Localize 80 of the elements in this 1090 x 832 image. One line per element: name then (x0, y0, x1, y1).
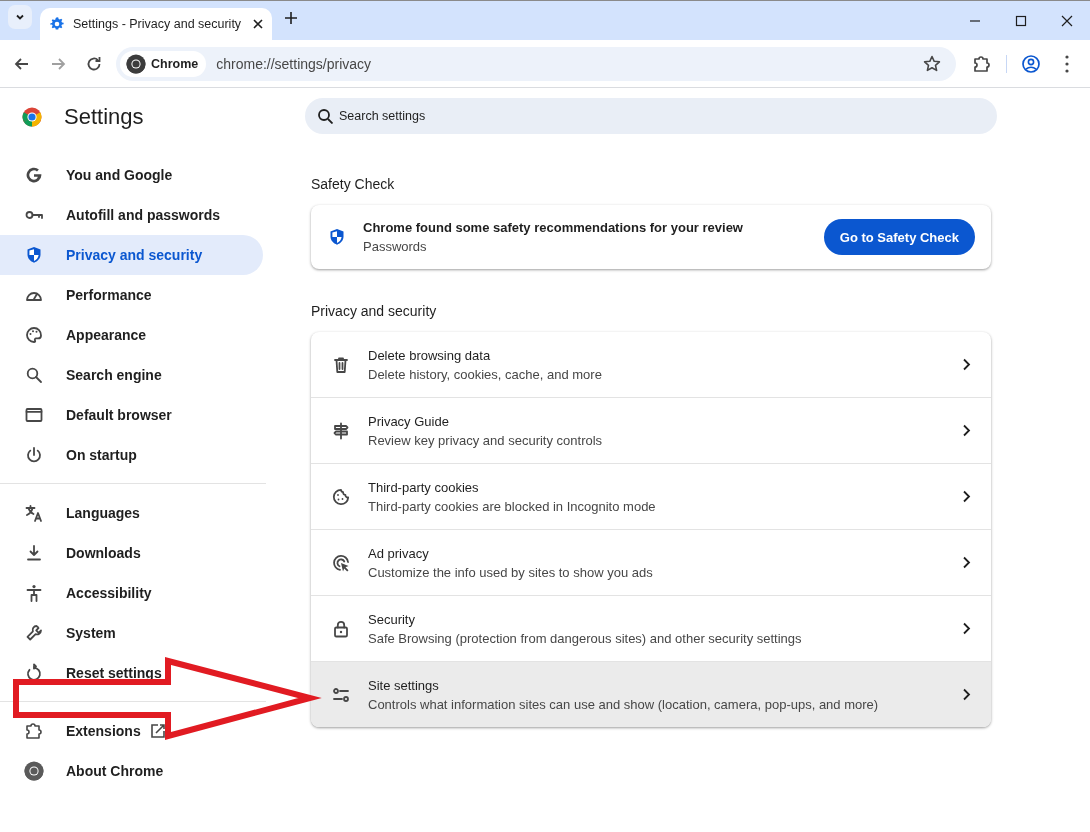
safety-check-button[interactable]: Go to Safety Check (823, 219, 975, 255)
section-heading: Safety Check (310, 175, 396, 192)
sidebar-item[interactable]: Search engine (0, 355, 263, 395)
google-g-icon (24, 165, 44, 185)
plus-icon (284, 10, 298, 25)
row-title: Privacy Guide (368, 413, 450, 429)
cookie-icon (331, 486, 351, 507)
chevron-right-icon (962, 622, 971, 635)
wrench-icon (24, 623, 44, 643)
row-title: Third-party cookies (368, 479, 480, 495)
maximize-icon (1015, 14, 1027, 27)
settings-row[interactable]: Site settings Controls what information sites can use and show (location, camera, pop-ups, and more) (311, 661, 991, 727)
tab-title: Settings - Privacy and security (73, 17, 243, 31)
menu-icon (1064, 53, 1070, 74)
settings-row[interactable]: Ad privacy Customize the info used by sites to show you ads (311, 529, 991, 595)
row-description: Safe Browsing (protection from dangerous sites) and other security settings (368, 630, 803, 646)
sidebar-item[interactable]: Downloads (0, 533, 263, 573)
row-description: Controls what information sites can use and show (location, camera, pop-ups, and more) (368, 696, 880, 712)
section-heading: Privacy and security (310, 302, 438, 319)
target-cursor-icon (331, 552, 351, 573)
lock-icon (331, 618, 351, 639)
star-icon[interactable] (922, 53, 942, 74)
search-icon (24, 365, 44, 385)
sidebar-item[interactable]: Default browser (0, 395, 263, 435)
external-link-icon (149, 723, 166, 739)
row-title: Delete browsing data (368, 347, 492, 363)
sidebar-item[interactable]: On startup (0, 435, 263, 475)
chrome-logo-icon (22, 107, 42, 127)
chevron-right-icon (962, 424, 971, 437)
close-icon (1061, 14, 1073, 27)
address-bar[interactable]: Chrome chrome://settings/privacy (116, 46, 956, 81)
browser-window-icon (24, 405, 44, 425)
puzzle-piece-icon (24, 721, 44, 741)
palette-icon (24, 325, 44, 345)
row-title: Ad privacy (368, 545, 430, 561)
row-title: Site settings (368, 677, 440, 693)
sidebar-item[interactable]: Reset settings (0, 653, 263, 693)
profile-button[interactable] (1021, 53, 1041, 74)
puzzle-piece-icon (972, 53, 992, 74)
row-description: Third-party cookies are blocked in Incognito mode (368, 498, 657, 514)
chevron-right-icon (962, 358, 971, 371)
sidebar-item[interactable]: About Chrome (0, 751, 263, 791)
settings-row[interactable]: Privacy Guide Review key privacy and security controls (311, 397, 991, 463)
signpost-icon (331, 420, 351, 441)
settings-row[interactable]: Third-party cookies Third-party cookies are blocked in Incognito mode (311, 463, 991, 529)
settings-row[interactable]: Delete browsing data Delete history, cookies, cache, and more (311, 332, 991, 397)
row-title: Security (368, 611, 416, 627)
row-description: Customize the info used by sites to show you ads (368, 564, 654, 580)
power-icon (24, 445, 44, 465)
gear-icon (49, 16, 65, 32)
browser-tab[interactable]: Settings - Privacy and security (40, 8, 272, 40)
accessibility-icon (24, 583, 44, 603)
extensions-button[interactable] (972, 53, 992, 74)
sidebar-item[interactable]: You and Google (0, 155, 263, 195)
translate-icon (24, 503, 44, 523)
chevron-right-icon (962, 490, 971, 503)
chevron-right-icon (962, 688, 971, 701)
sidebar-item[interactable]: System (0, 613, 263, 653)
settings-title: Settings (64, 104, 144, 130)
sidebar-item[interactable]: Accessibility (0, 573, 263, 613)
chrome-logo-icon (24, 761, 44, 781)
row-description: Delete history, cookies, cache, and more (368, 366, 603, 382)
close-tab-icon[interactable] (252, 18, 264, 30)
row-description: Review key privacy and security controls (368, 432, 604, 448)
download-icon (24, 543, 44, 563)
sidebar-item[interactable]: Languages (0, 493, 263, 533)
chevron-right-icon (962, 556, 971, 569)
person-circle-icon (1021, 53, 1041, 74)
site-info-chip[interactable]: Chrome (120, 50, 207, 77)
search-icon (317, 108, 333, 124)
safety-check-title: Chrome found some safety recommendations for your review (363, 220, 744, 235)
chrome-logo-icon (126, 53, 146, 74)
safety-check-subtitle: Passwords (363, 239, 428, 254)
sidebar-item[interactable]: Extensions (0, 711, 263, 751)
sidebar-item[interactable]: Appearance (0, 315, 263, 355)
search-field[interactable]: Search settings (305, 98, 997, 134)
sidebar-item[interactable]: Autofill and passwords (0, 195, 263, 235)
sidebar-item[interactable]: Privacy and security (0, 235, 263, 275)
url-text: chrome://settings/privacy (216, 55, 373, 72)
sidebar-item[interactable]: Performance (0, 275, 263, 315)
